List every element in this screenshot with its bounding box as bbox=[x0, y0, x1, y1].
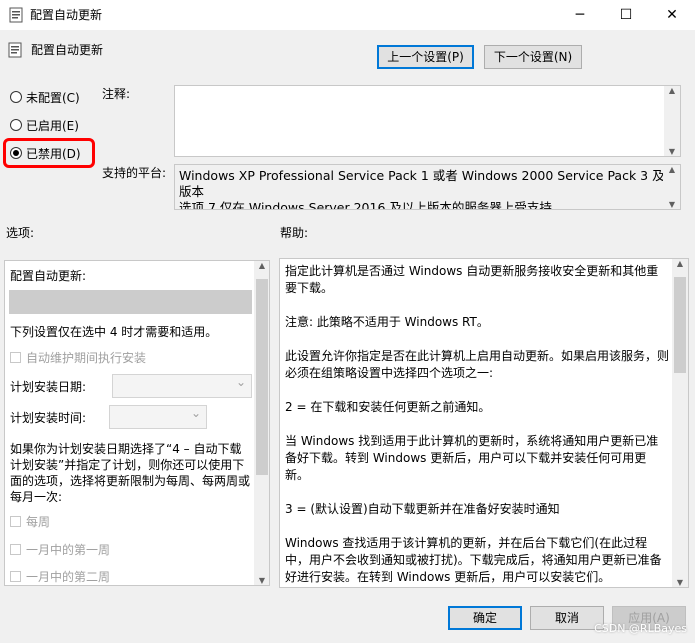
help-scroll-thumb[interactable] bbox=[674, 277, 686, 373]
platform-line: 选项 7 仅在 Windows Server 2016 及以上版本的服务器上受支… bbox=[179, 200, 552, 209]
checkbox-label: 一月中的第二周 bbox=[26, 570, 111, 584]
scroll-up-icon: ▲ bbox=[258, 261, 266, 270]
maximize-button[interactable]: ☐ bbox=[603, 0, 649, 30]
radio-circle bbox=[10, 91, 22, 103]
platform-line: Windows XP Professional Service Pack 1 或… bbox=[179, 168, 663, 183]
checkbox-box bbox=[10, 516, 21, 527]
cancel-button[interactable]: 取消 bbox=[530, 606, 604, 630]
options-scroll-thumb[interactable] bbox=[256, 279, 268, 475]
policy-name: 配置自动更新 bbox=[31, 43, 104, 57]
scroll-down-icon: ▼ bbox=[668, 200, 676, 209]
configure-updates-label: 配置自动更新: bbox=[10, 269, 87, 283]
schedule-time-dropdown[interactable] bbox=[109, 405, 207, 429]
options-label: 选项: bbox=[6, 226, 35, 240]
ok-button[interactable]: 确定 bbox=[448, 606, 522, 630]
checkbox-label: 一月中的第一周 bbox=[26, 543, 111, 557]
policy-app-icon bbox=[9, 7, 23, 23]
maximize-icon: ☐ bbox=[619, 7, 633, 23]
help-paragraph: 注意: 此策略不适用于 Windows RT。 bbox=[285, 315, 489, 329]
help-paragraph: 指定此计算机是否通过 Windows 自动更新服务接收安全更新和其他重要下载。 bbox=[285, 264, 659, 295]
red-highlight-box bbox=[3, 138, 95, 168]
watermark: CSDN @RLBayes bbox=[594, 622, 687, 635]
description-line: 如果你为计划安装日期选择了“4 – 自动下载 bbox=[10, 442, 242, 456]
platform-scrollbar[interactable]: ▲ ▼ bbox=[664, 165, 680, 209]
close-icon: ✕ bbox=[666, 7, 678, 23]
radio-label: 已启用(E) bbox=[26, 118, 79, 133]
options-note: 下列设置仅在选中 4 时才需要和适用。 bbox=[10, 325, 218, 339]
help-label: 帮助: bbox=[280, 226, 309, 240]
help-paragraph: 当 Windows 找到适用于此计算机的更新时，系统将通知用户更新已准备好下载。… bbox=[285, 434, 659, 482]
configure-updates-dropdown[interactable] bbox=[9, 290, 252, 314]
maintenance-install-checkbox[interactable]: 自动维护期间执行安装 bbox=[10, 349, 146, 366]
second-week-checkbox[interactable]: 一月中的第二周 bbox=[10, 568, 110, 585]
scroll-down-icon: ▼ bbox=[258, 576, 266, 585]
schedule-day-dropdown[interactable] bbox=[112, 374, 252, 398]
comment-label: 注释: bbox=[102, 87, 131, 101]
help-paragraph: 此设置允许你指定是否在此计算机上启用自动更新。如果启用该服务，则必须在组策略设置… bbox=[285, 349, 670, 380]
minimize-icon: ─ bbox=[575, 7, 585, 23]
radio-label: 未配置(C) bbox=[26, 90, 80, 105]
next-setting-button[interactable]: 下一个设置(N) bbox=[484, 45, 582, 69]
comment-textarea[interactable] bbox=[174, 85, 681, 157]
minimize-button[interactable]: ─ bbox=[557, 0, 603, 30]
window-title: 配置自动更新 bbox=[30, 8, 103, 22]
help-paragraph: 2 = 在下载和安装任何更新之前通知。 bbox=[285, 400, 491, 414]
weekly-checkbox[interactable]: 每周 bbox=[10, 513, 50, 530]
scroll-up-icon: ▲ bbox=[676, 259, 684, 268]
previous-setting-button[interactable]: 上一个设置(P) bbox=[377, 45, 474, 69]
scroll-down-icon: ▼ bbox=[668, 147, 676, 156]
checkbox-label: 自动维护期间执行安装 bbox=[26, 351, 147, 365]
checkbox-box bbox=[10, 544, 21, 555]
schedule-day-label: 计划安装日期: bbox=[10, 380, 87, 394]
description-line: 每月一次: bbox=[10, 490, 63, 504]
scroll-down-icon: ▼ bbox=[676, 578, 684, 587]
help-text: 指定此计算机是否通过 Windows 自动更新服务接收安全更新和其他重要下载。 … bbox=[285, 263, 670, 587]
checkbox-box bbox=[10, 352, 21, 363]
checkbox-box bbox=[10, 571, 21, 582]
help-paragraph: Windows 查找适用于该计算机的更新，并在后台下载它们(在此过程中，用户不会… bbox=[285, 536, 662, 584]
scroll-up-icon: ▲ bbox=[668, 165, 676, 174]
help-paragraph: 3 = (默认设置)自动下载更新并在准备好安装时通知 bbox=[285, 502, 560, 516]
options-scrollbar[interactable]: ▲ ▼ bbox=[254, 261, 269, 585]
schedule-description: 如果你为计划安装日期选择了“4 – 自动下载 计划安装”并指定了计划，则你还可以… bbox=[10, 441, 250, 505]
schedule-time-label: 计划安装时间: bbox=[10, 411, 87, 425]
scroll-up-icon: ▲ bbox=[668, 86, 676, 95]
platform-label: 支持的平台: bbox=[102, 166, 167, 180]
radio-circle bbox=[10, 119, 22, 131]
checkbox-label: 每周 bbox=[26, 515, 51, 529]
platform-line: 版本 bbox=[179, 184, 205, 199]
close-button[interactable]: ✕ bbox=[649, 0, 695, 30]
platform-box: Windows XP Professional Service Pack 1 或… bbox=[174, 164, 681, 210]
radio-enabled[interactable]: 已启用(E) bbox=[10, 117, 79, 133]
help-panel: 指定此计算机是否通过 Windows 自动更新服务接收安全更新和其他重要下载。 … bbox=[279, 258, 689, 588]
radio-not-configured[interactable]: 未配置(C) bbox=[10, 89, 80, 105]
options-panel: 配置自动更新: 下列设置仅在选中 4 时才需要和适用。 自动维护期间执行安装 计… bbox=[4, 260, 270, 586]
policy-setting-icon bbox=[8, 42, 22, 58]
description-line: 计划安装”并指定了计划，则你还可以使用下 bbox=[10, 458, 245, 472]
help-scrollbar[interactable]: ▲ ▼ bbox=[672, 259, 688, 587]
comment-scrollbar[interactable]: ▲ ▼ bbox=[664, 86, 680, 156]
first-week-checkbox[interactable]: 一月中的第一周 bbox=[10, 541, 110, 558]
description-line: 面的选项，选择将更新限制为每周、每两周或 bbox=[10, 474, 251, 488]
